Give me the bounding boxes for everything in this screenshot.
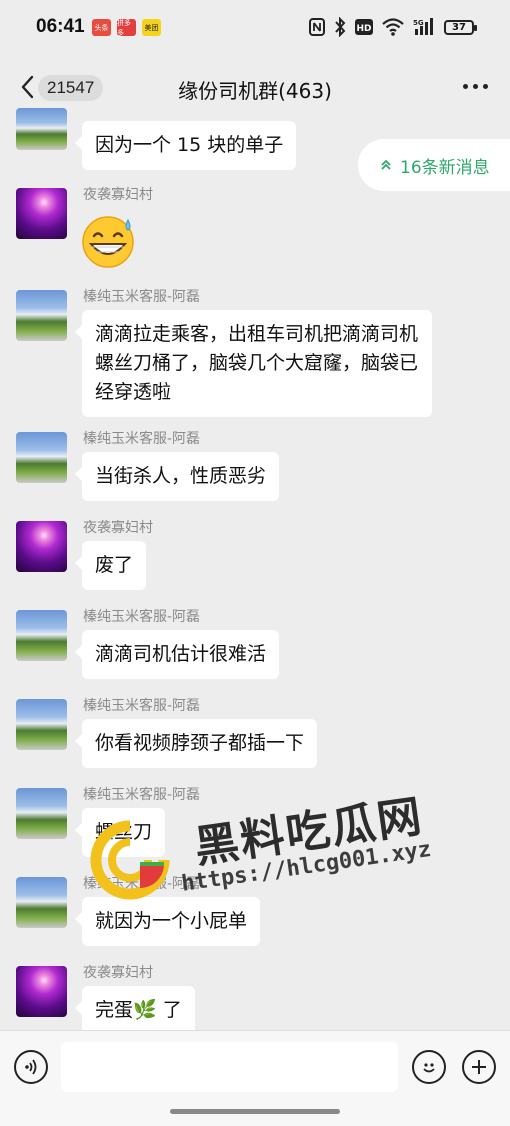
message-bubble[interactable]: 因为一个 15 块的单子 <box>74 121 297 170</box>
sender-name: 夜袭寡妇村 <box>83 187 153 203</box>
avatar[interactable] <box>16 610 67 661</box>
bluetooth-icon <box>334 17 346 37</box>
message-bubble[interactable]: 完蛋🌿 了 <box>75 986 195 1035</box>
avatar[interactable] <box>16 188 67 239</box>
message-bubble[interactable]: 滴滴拉走乘客，出租车司机把滴滴司机螺丝刀桶了，脑袋几个大窟窿，脑袋已经穿透啦 <box>75 310 432 417</box>
avatar[interactable] <box>16 108 67 150</box>
sender-name: 榛纯玉米客服-阿磊 <box>83 431 201 447</box>
new-messages-label: 16条新消息 <box>400 157 490 178</box>
message-bubble[interactable]: 你看视频脖颈子都插一下 <box>74 719 318 768</box>
svg-text:5G: 5G <box>413 19 424 27</box>
message-input-bar <box>0 1030 510 1126</box>
wifi-icon <box>382 17 404 37</box>
home-indicator[interactable] <box>170 1109 340 1114</box>
status-time: 06:41 <box>36 16 85 37</box>
avatar[interactable] <box>16 788 67 839</box>
new-messages-button[interactable]: 16条新消息 <box>358 139 510 191</box>
plus-button[interactable] <box>462 1050 496 1084</box>
battery-indicator: 37 <box>444 19 477 35</box>
message-item: 夜袭寡妇村 完蛋🌿 了 <box>16 965 496 1035</box>
double-chevron-up-icon <box>380 159 392 171</box>
voice-button[interactable] <box>14 1050 48 1084</box>
toutiao-app-icon: 头条 <box>92 19 111 36</box>
sender-name: 榛纯玉米客服-阿磊 <box>83 698 201 714</box>
emoji-button[interactable] <box>412 1050 446 1084</box>
grinning-sweat-emoji-icon <box>82 216 134 268</box>
message-bubble[interactable]: 滴滴司机估计很难活 <box>74 630 280 679</box>
message-bubble[interactable]: 当街杀人，性质恶劣 <box>74 452 280 501</box>
more-dots-icon <box>463 84 468 89</box>
voice-icon <box>25 1059 37 1075</box>
meituan-app-icon: 美团 <box>142 19 161 36</box>
avatar[interactable] <box>16 432 67 483</box>
message-item: 榛纯玉米客服-阿磊 滴滴拉走乘客，出租车司机把滴滴司机螺丝刀桶了，脑袋几个大窟窿… <box>16 289 496 417</box>
avatar[interactable] <box>16 290 67 341</box>
message-item: 榛纯玉米客服-阿磊 当街杀人，性质恶劣 <box>16 431 496 504</box>
hd-icon: HD <box>355 17 373 37</box>
emoji-message[interactable] <box>80 214 140 268</box>
status-bar: 06:41 头条 拼多多 美团 HD 5G 37 <box>0 0 510 58</box>
avatar[interactable] <box>16 966 67 1017</box>
status-indicators: HD 5G 37 <box>309 17 477 37</box>
notification-icons: 头条 拼多多 美团 <box>92 19 161 37</box>
svg-text:HD: HD <box>356 24 371 34</box>
avatar[interactable] <box>16 877 67 928</box>
emoji-icon <box>423 1063 435 1073</box>
sender-name: 夜袭寡妇村 <box>83 965 153 981</box>
message-input[interactable] <box>61 1042 398 1092</box>
sender-name: 榛纯玉米客服-阿磊 <box>83 787 201 803</box>
pinduoduo-app-icon: 拼多多 <box>117 19 136 37</box>
message-item: 榛纯玉米客服-阿磊 滴滴司机估计很难活 <box>16 609 496 682</box>
message-bubble[interactable]: 螺丝刀 <box>74 808 166 857</box>
more-options-button[interactable] <box>463 84 488 89</box>
message-item: 榛纯玉米客服-阿磊 螺丝刀 <box>16 787 496 860</box>
sender-name: 榛纯玉米客服-阿磊 <box>83 609 201 625</box>
message-bubble[interactable]: 就因为一个小屁单 <box>74 897 261 946</box>
avatar[interactable] <box>16 521 67 572</box>
avatar[interactable] <box>16 699 67 750</box>
message-item: 夜袭寡妇村 <box>16 187 496 268</box>
message-item: 榛纯玉米客服-阿磊 就因为一个小屁单 <box>16 876 496 949</box>
message-bubble[interactable]: 废了 <box>74 541 147 590</box>
message-item: 榛纯玉米客服-阿磊 你看视频脖颈子都插一下 <box>16 698 496 771</box>
cellular-signal-icon: 5G <box>413 17 435 37</box>
sender-name: 榛纯玉米客服-阿磊 <box>83 876 201 892</box>
sender-name: 榛纯玉米客服-阿磊 <box>83 289 201 305</box>
plus-icon <box>472 1060 486 1074</box>
message-item: 夜袭寡妇村 废了 <box>16 520 496 593</box>
nfc-icon <box>309 17 325 37</box>
chat-title: 缘份司机群(463) <box>178 79 332 103</box>
sender-name: 夜袭寡妇村 <box>83 520 153 536</box>
